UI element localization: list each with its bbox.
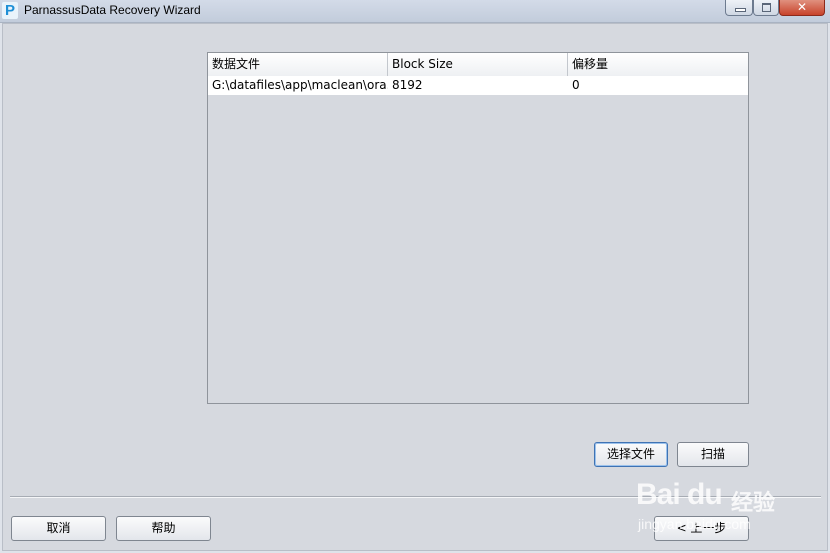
cell-offset: 0 — [572, 78, 580, 92]
scan-button[interactable]: 扫描 — [677, 442, 749, 467]
title-bar: P ParnassusData Recovery Wizard ✕ — [0, 0, 830, 23]
datafile-table: 数据文件 Block Size 偏移量 G:\datafiles\app\mac… — [207, 52, 749, 404]
close-icon: ✕ — [796, 0, 808, 14]
app-logo-icon: P — [2, 2, 18, 19]
table-header: 数据文件 Block Size 偏移量 — [208, 53, 748, 77]
close-button[interactable]: ✕ — [779, 0, 825, 16]
maximize-button[interactable] — [753, 0, 779, 16]
window-title: ParnassusData Recovery Wizard — [24, 3, 201, 17]
cancel-button[interactable]: 取消 — [11, 516, 106, 541]
column-header-block-size[interactable]: Block Size — [388, 53, 568, 76]
minimize-button[interactable] — [725, 0, 753, 16]
choose-file-button[interactable]: 选择文件 — [594, 442, 668, 467]
help-button[interactable]: 帮助 — [116, 516, 211, 541]
footer-divider — [10, 496, 821, 498]
column-header-datafile[interactable]: 数据文件 — [208, 53, 388, 76]
cell-datafile: G:\datafiles\app\maclean\ora... — [212, 78, 388, 92]
column-header-offset[interactable]: 偏移量 — [568, 53, 748, 76]
cell-block-size: 8192 — [392, 78, 423, 92]
previous-step-button[interactable]: < 上一步 — [654, 516, 749, 541]
table-row[interactable]: G:\datafiles\app\maclean\ora... 8192 0 — [208, 76, 748, 95]
